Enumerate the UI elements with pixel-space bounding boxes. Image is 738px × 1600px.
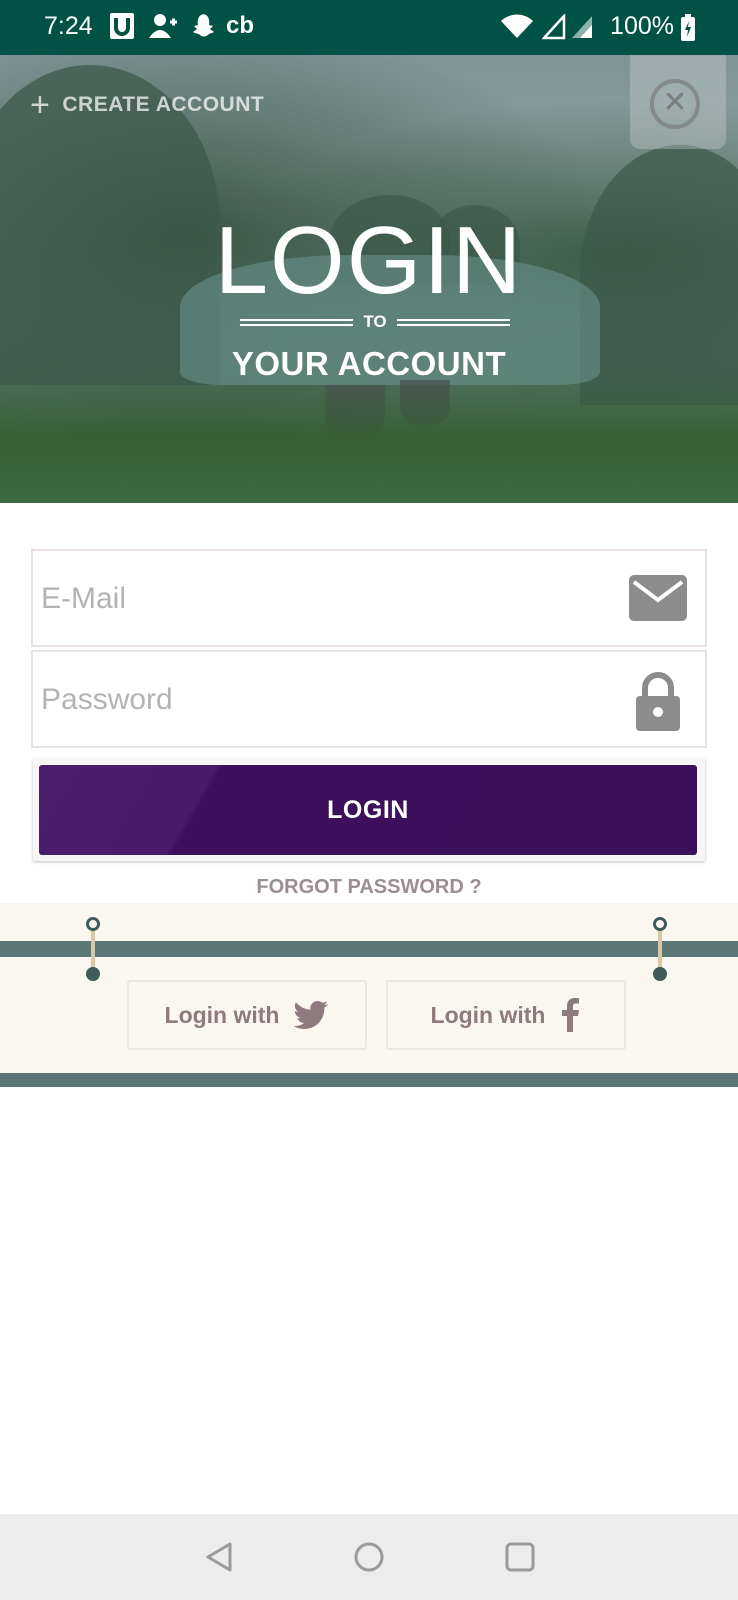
create-account-link[interactable]: + CREATE ACCOUNT — [30, 86, 265, 124]
social-login-panel: Login with Login with — [0, 903, 738, 1087]
wifi-icon — [500, 14, 534, 45]
back-icon[interactable] — [202, 1540, 236, 1574]
login-with-twitter-button[interactable]: Login with — [127, 980, 367, 1050]
panel-band-bottom — [0, 1073, 738, 1087]
login-title: LOGIN — [214, 207, 524, 314]
panel-band-top-light — [0, 957, 738, 967]
login-button[interactable]: LOGIN — [39, 765, 697, 855]
recents-icon[interactable] — [503, 1540, 537, 1574]
panel-band-bottom-light — [0, 1063, 738, 1073]
forgot-password-link[interactable]: FORGOT PASSWORD ? — [0, 876, 738, 899]
cb-notification: cb — [226, 12, 255, 39]
panel-band-top — [0, 941, 738, 957]
create-account-label: CREATE ACCOUNT — [62, 93, 265, 116]
login-with-facebook-button[interactable]: Login with — [386, 980, 626, 1050]
to-divider: TO — [240, 310, 510, 334]
email-placeholder: E-Mail — [41, 582, 127, 615]
hanger-hook-right — [653, 917, 667, 981]
mail-icon — [629, 575, 687, 626]
status-time: 7:24 — [44, 12, 93, 40]
signal-icon — [541, 12, 566, 45]
battery-icon — [680, 14, 696, 47]
system-nav-bar — [0, 1514, 738, 1600]
snapchat-icon — [188, 12, 216, 45]
close-icon: ✕ — [650, 79, 700, 129]
battery-percent: 100% — [610, 12, 674, 40]
close-button[interactable]: ✕ — [630, 55, 726, 149]
add-user-icon — [149, 12, 177, 45]
signal-icon-2 — [570, 14, 594, 45]
login-button-container: LOGIN — [33, 759, 705, 861]
hero-banner: + CREATE ACCOUNT ✕ LOGIN TO YOUR ACCOUNT — [0, 55, 738, 503]
home-icon[interactable] — [352, 1540, 386, 1574]
plus-icon: + — [30, 86, 51, 124]
divider-rule — [240, 318, 354, 326]
facebook-button-label: Login with — [430, 1001, 546, 1028]
email-field[interactable]: E-Mail — [31, 549, 707, 647]
hanger-hook-left — [86, 917, 100, 981]
status-bar: 7:24 cb 100% — [0, 0, 738, 55]
twitter-button-label: Login with — [164, 1001, 280, 1028]
twitter-icon — [293, 1001, 329, 1029]
password-placeholder: Password — [41, 683, 173, 716]
u-icon — [109, 12, 135, 45]
divider-rule — [396, 318, 510, 326]
hero-foliage — [0, 383, 738, 503]
login-subtitle: YOUR ACCOUNT — [231, 345, 507, 382]
lock-icon — [635, 672, 681, 737]
password-field[interactable]: Password — [31, 650, 707, 748]
facebook-icon — [559, 998, 581, 1032]
to-label: TO — [363, 312, 387, 331]
